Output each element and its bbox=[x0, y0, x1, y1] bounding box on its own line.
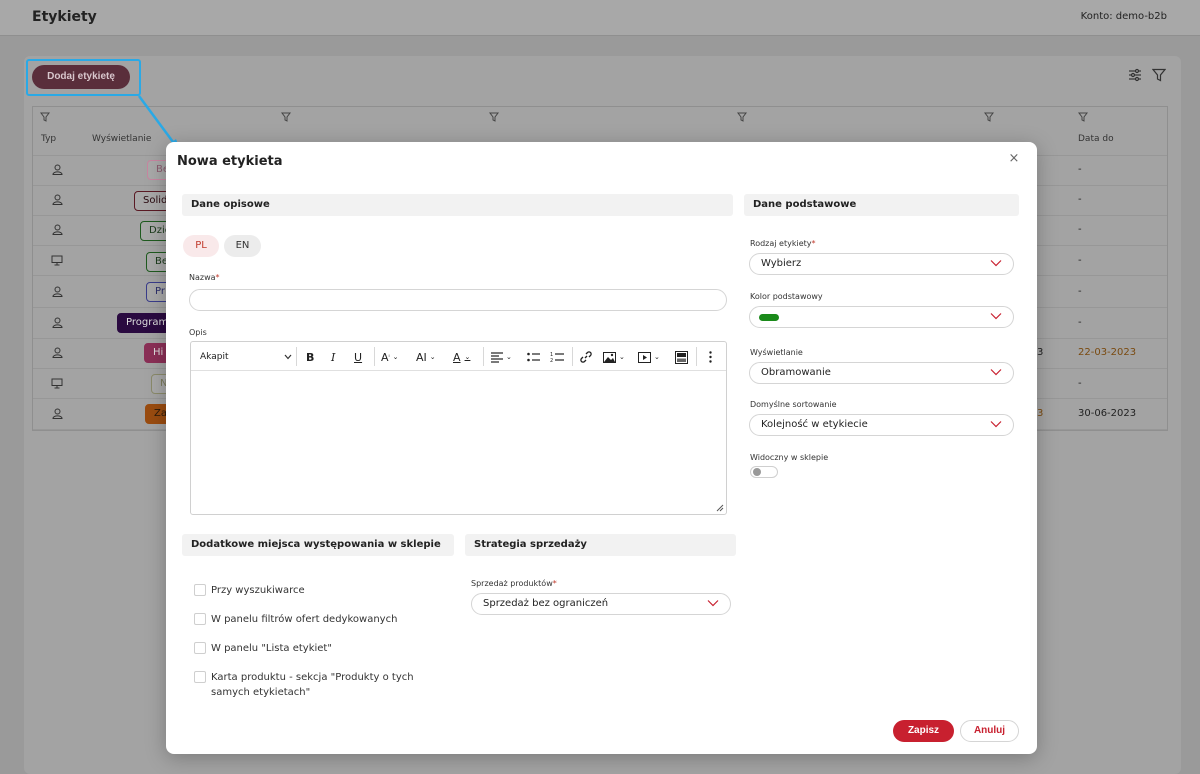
name-label: Nazwa* bbox=[189, 273, 220, 282]
label-type-value: Wybierz bbox=[761, 258, 802, 269]
display-label: Wyświetlanie bbox=[750, 348, 803, 357]
editor-toolbar: Akapit B I U Aᴵ ⌄ AI ⌄ A ⌄ ⌄ 12 ⌄ ⌄ bbox=[191, 342, 726, 371]
modal-title: Nowa etykieta bbox=[177, 154, 283, 169]
label-type-label: Rodzaj etykiety* bbox=[750, 239, 816, 248]
label-type-select[interactable]: Wybierz bbox=[749, 253, 1014, 275]
resize-handle-icon[interactable] bbox=[716, 504, 724, 512]
checkbox[interactable] bbox=[194, 613, 206, 625]
chevron-down-icon bbox=[990, 313, 1002, 320]
checkbox[interactable] bbox=[194, 584, 206, 596]
checkbox-label: Karta produktu - sekcja "Produkty o tych… bbox=[211, 672, 414, 698]
toolbar-separator bbox=[696, 347, 697, 366]
section-strategy: Strategia sprzedaży bbox=[465, 534, 736, 556]
display-select[interactable]: Obramowanie bbox=[749, 362, 1014, 384]
base-color-select[interactable] bbox=[749, 306, 1014, 328]
more-options-icon[interactable] bbox=[709, 349, 712, 365]
bold-icon[interactable]: B bbox=[306, 349, 314, 365]
sorting-value: Kolejność w etykiecie bbox=[761, 419, 868, 430]
visible-label: Widoczny w sklepie bbox=[750, 453, 829, 462]
checkbox-labels-list[interactable]: W panelu "Lista etykiet" bbox=[194, 641, 332, 656]
save-button[interactable]: Zapisz bbox=[893, 720, 954, 742]
display-value: Obramowanie bbox=[761, 367, 831, 378]
sorting-select[interactable]: Kolejność w etykiecie bbox=[749, 414, 1014, 436]
sales-label: Sprzedaż produktów* bbox=[471, 579, 557, 588]
base-color-label: Kolor podstawowy bbox=[750, 292, 823, 301]
cancel-button[interactable]: Anuluj bbox=[960, 720, 1019, 742]
language-tab-en[interactable]: EN bbox=[224, 235, 261, 257]
bulleted-list-icon[interactable] bbox=[527, 349, 540, 365]
close-icon[interactable]: × bbox=[1007, 152, 1021, 166]
checkbox[interactable] bbox=[194, 671, 206, 683]
numbered-list-icon[interactable]: 12 bbox=[550, 349, 564, 365]
link-icon[interactable] bbox=[580, 349, 592, 365]
section-descriptive: Dane opisowe bbox=[182, 194, 733, 216]
checkbox-label: W panelu "Lista etykiet" bbox=[211, 643, 332, 654]
paragraph-format-value: Akapit bbox=[200, 352, 229, 362]
language-tab-pl[interactable]: PL bbox=[183, 235, 219, 257]
toolbar-separator bbox=[374, 347, 375, 366]
checkbox-product-card[interactable]: Karta produktu - sekcja "Produkty o tych… bbox=[194, 670, 424, 700]
checkbox-dedicated-filters[interactable]: W panelu filtrów ofert dedykowanych bbox=[194, 612, 397, 627]
font-color-icon[interactable]: A ⌄ bbox=[453, 349, 470, 365]
checkbox-label: W panelu filtrów ofert dedykowanych bbox=[211, 614, 398, 625]
chevron-down-icon bbox=[707, 600, 719, 607]
paragraph-format-select[interactable]: Akapit bbox=[200, 349, 292, 365]
rich-text-editor: Akapit B I U Aᴵ ⌄ AI ⌄ A ⌄ ⌄ 12 ⌄ ⌄ bbox=[190, 341, 727, 515]
name-input[interactable] bbox=[189, 289, 727, 311]
toolbar-separator bbox=[483, 347, 484, 366]
font-family-icon[interactable]: AI ⌄ bbox=[416, 349, 436, 365]
image-icon[interactable]: ⌄ bbox=[603, 349, 625, 365]
underline-icon[interactable]: U bbox=[354, 349, 362, 365]
toolbar-separator bbox=[572, 347, 573, 366]
svg-text:2: 2 bbox=[550, 358, 553, 363]
media-icon[interactable]: ⌄ bbox=[638, 349, 660, 365]
font-size-icon[interactable]: Aᴵ ⌄ bbox=[381, 349, 399, 365]
checkbox-search[interactable]: Przy wyszukiwarce bbox=[194, 583, 305, 598]
chevron-down-icon bbox=[990, 421, 1002, 428]
chevron-down-icon bbox=[284, 354, 292, 360]
description-label: Opis bbox=[189, 328, 207, 337]
html-embed-icon[interactable] bbox=[675, 349, 688, 365]
toolbar-separator bbox=[296, 347, 297, 366]
checkbox-label: Przy wyszukiwarce bbox=[211, 585, 305, 596]
new-label-modal: Nowa etykieta × Dane opisowe Dane podsta… bbox=[166, 142, 1037, 754]
section-extra-places: Dodatkowe miejsca występowania w sklepie bbox=[182, 534, 454, 556]
section-basic: Dane podstawowe bbox=[744, 194, 1019, 216]
color-swatch bbox=[759, 314, 779, 321]
checkbox[interactable] bbox=[194, 642, 206, 654]
sales-select[interactable]: Sprzedaż bez ograniczeń bbox=[471, 593, 731, 615]
align-icon[interactable]: ⌄ bbox=[491, 349, 512, 365]
visible-toggle[interactable] bbox=[750, 466, 778, 478]
italic-icon[interactable]: I bbox=[331, 349, 335, 365]
toggle-knob bbox=[753, 468, 761, 476]
sales-value: Sprzedaż bez ograniczeń bbox=[483, 598, 609, 609]
sorting-label: Domyślne sortowanie bbox=[750, 400, 837, 409]
chevron-down-icon bbox=[990, 260, 1002, 267]
chevron-down-icon bbox=[990, 369, 1002, 376]
